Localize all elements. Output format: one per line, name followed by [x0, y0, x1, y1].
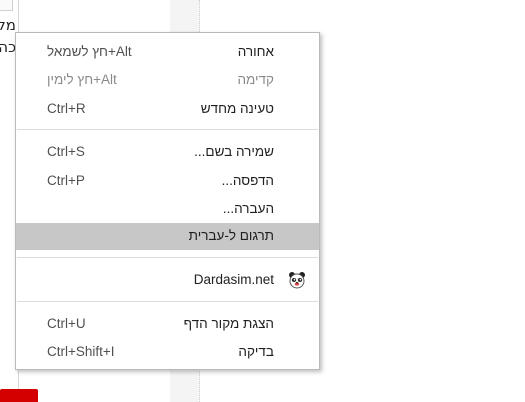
- page-top-box: [0, 0, 13, 11]
- menu-item-view-source[interactable]: הצגת מקור הדף Ctrl+U: [16, 311, 319, 338]
- menu-item-shortcut: Ctrl+Shift+I: [47, 344, 115, 359]
- menu-item-forward[interactable]: קדימה Alt+חץ לימין: [16, 67, 319, 94]
- page-text-fragment: כה: [0, 38, 16, 56]
- menu-item-save-as[interactable]: שמירה בשם... Ctrl+S: [16, 139, 319, 166]
- menu-item-label: Dardasim.net: [193, 272, 274, 287]
- menu-item-dardasim-extension[interactable]: Dardasim.net: [16, 267, 319, 294]
- menu-item-label: אחורה: [237, 44, 274, 59]
- menu-item-cast[interactable]: העברה...: [16, 196, 319, 223]
- menu-item-label: העברה...: [222, 201, 274, 216]
- menu-item-label: טעינה מחדש: [200, 101, 274, 116]
- menu-item-inspect[interactable]: בדיקה Ctrl+Shift+I: [16, 339, 319, 366]
- menu-item-translate[interactable]: תרגום ל-עברית: [16, 223, 319, 250]
- menu-item-shortcut: Alt+חץ לשמאל: [47, 44, 132, 59]
- menu-item-label: הצגת מקור הדף: [183, 316, 274, 331]
- panda-extension-icon: [288, 271, 306, 289]
- menu-item-label: הדפסה...: [221, 173, 274, 188]
- menu-separator: [17, 301, 318, 302]
- context-menu: אחורה Alt+חץ לשמאל קדימה Alt+חץ לימין טע…: [15, 32, 320, 370]
- menu-item-shortcut: Ctrl+U: [47, 316, 86, 331]
- menu-item-shortcut: Ctrl+R: [47, 101, 86, 116]
- menu-item-back[interactable]: אחורה Alt+חץ לשמאל: [16, 39, 319, 66]
- menu-item-shortcut: Alt+חץ לימין: [47, 72, 117, 87]
- menu-item-shortcut: Ctrl+P: [47, 173, 85, 188]
- menu-separator: [17, 129, 318, 130]
- menu-item-print[interactable]: הדפסה... Ctrl+P: [16, 168, 319, 195]
- menu-item-label: שמירה בשם...: [194, 144, 274, 159]
- menu-item-reload[interactable]: טעינה מחדש Ctrl+R: [16, 96, 319, 123]
- menu-separator: [17, 257, 318, 258]
- menu-item-label: קדימה: [237, 72, 274, 87]
- menu-item-label: תרגום ל-עברית: [188, 228, 274, 243]
- menu-item-label: בדיקה: [238, 344, 274, 359]
- menu-item-shortcut: Ctrl+S: [47, 144, 85, 159]
- page-red-button[interactable]: [0, 389, 38, 402]
- page-text-fragment: מקש: [0, 16, 16, 34]
